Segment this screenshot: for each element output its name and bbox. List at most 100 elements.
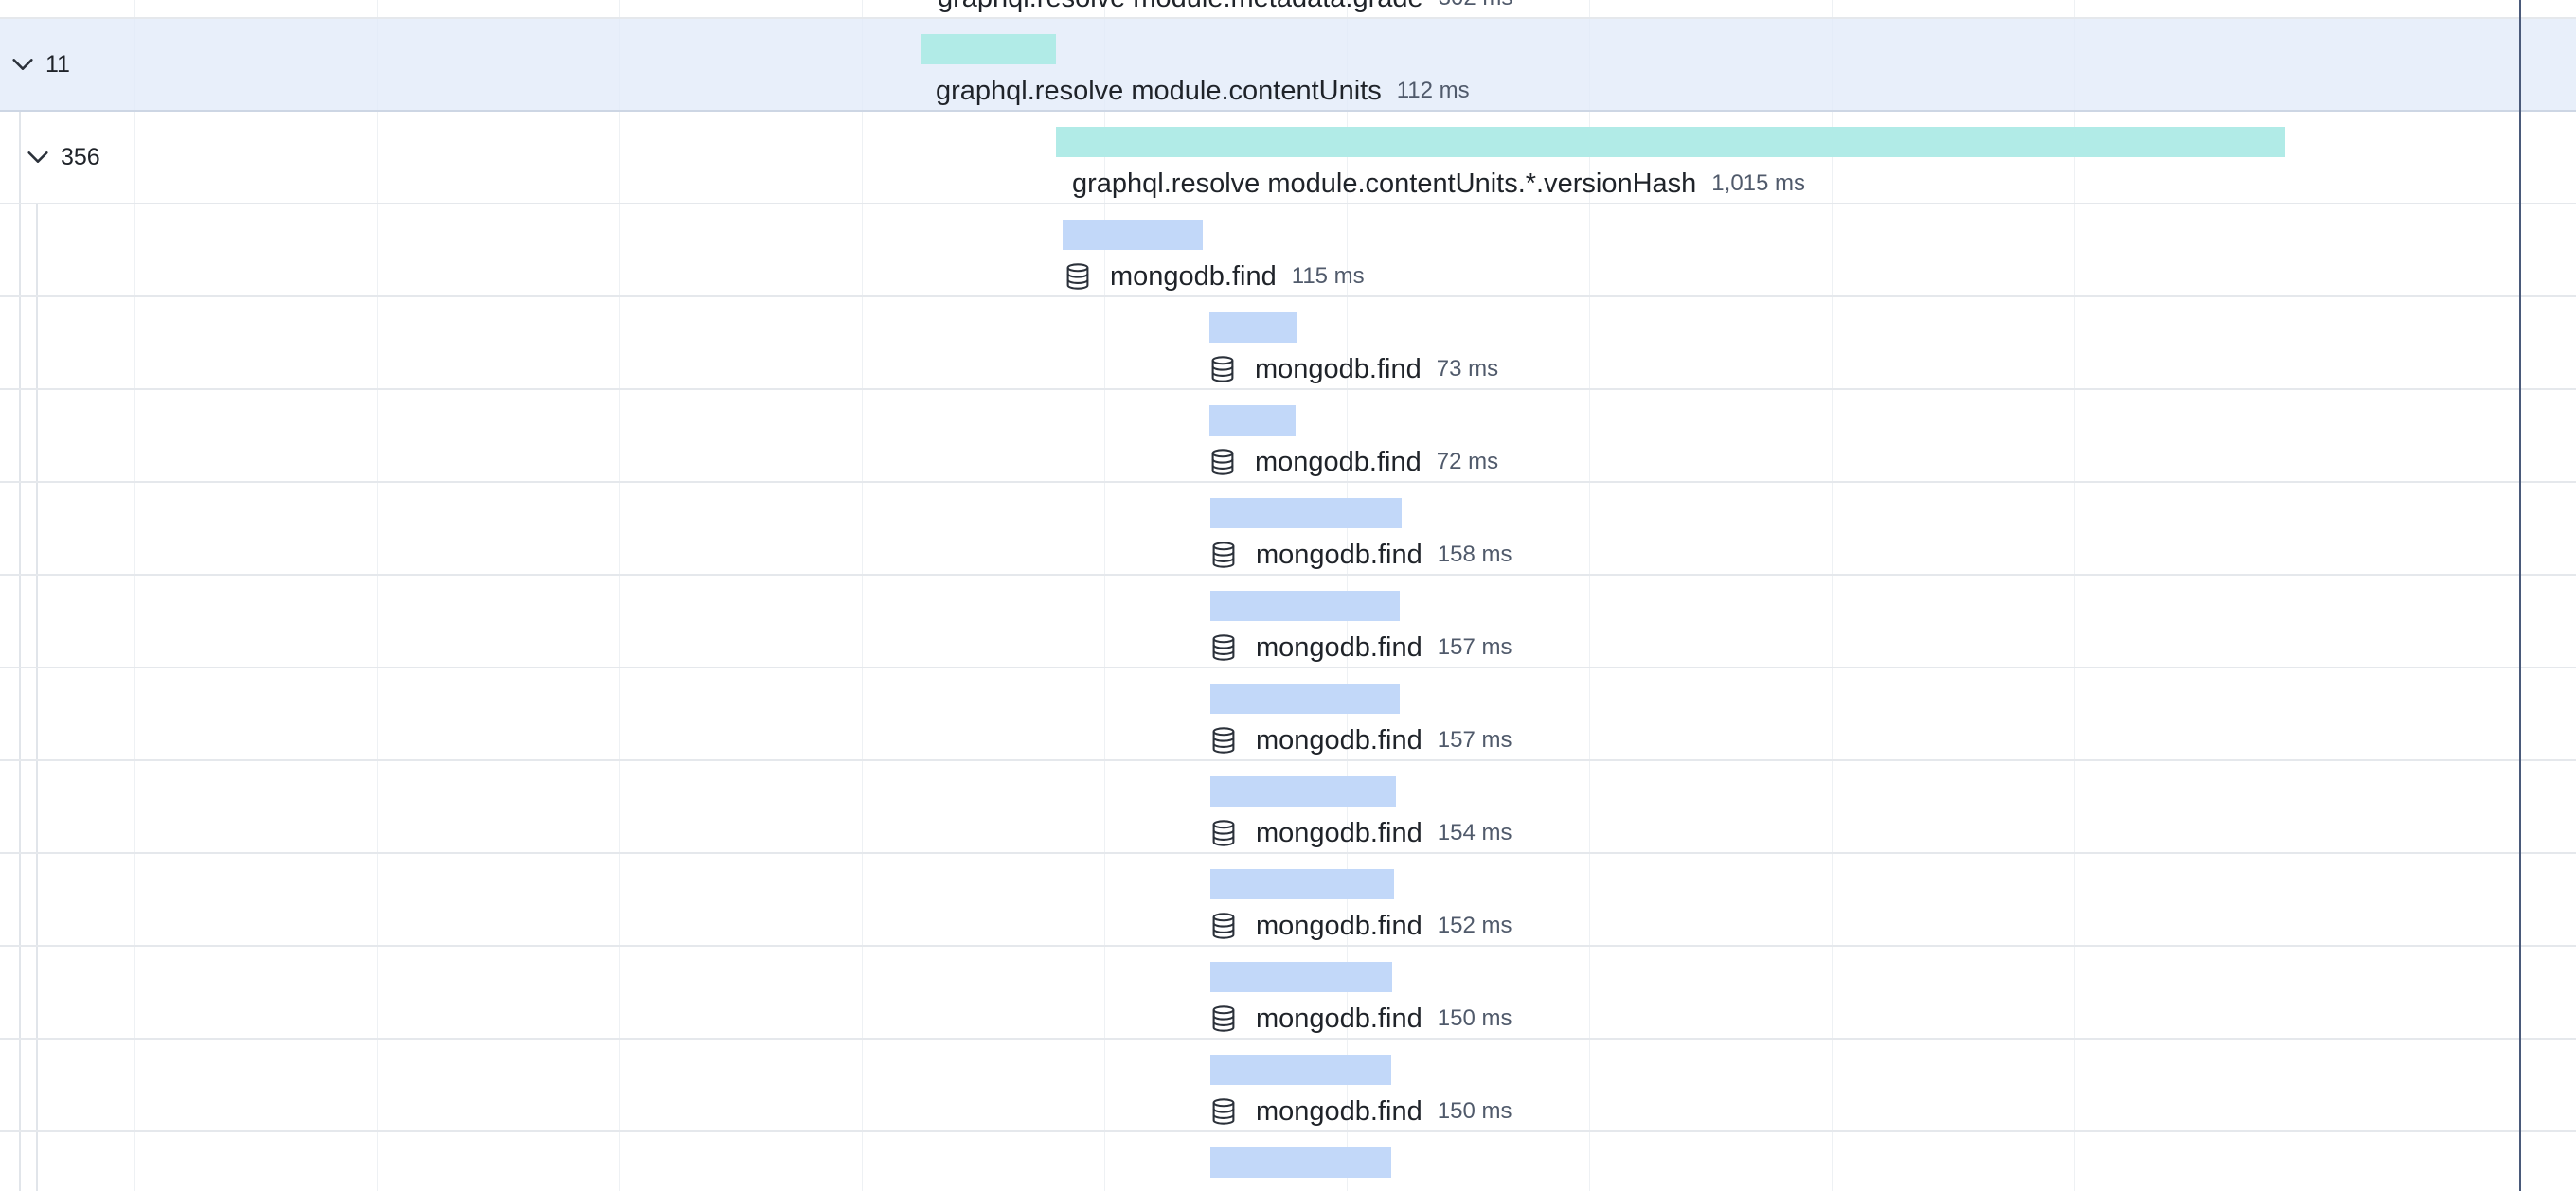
tree-guide-line: [19, 1040, 21, 1130]
span-duration-bar[interactable]: [1210, 498, 1402, 528]
span-duration-bar[interactable]: [1210, 869, 1394, 899]
span-duration-bar[interactable]: [1210, 591, 1400, 621]
span-name: mongodb.find: [1255, 353, 1422, 384]
span-name: graphql.resolve module.metadata.grade: [938, 0, 1423, 14]
chevron-down-icon: [9, 51, 36, 78]
tree-guide-line: [19, 390, 21, 481]
database-icon: [1210, 1097, 1256, 1126]
tree-guide-line: [36, 390, 38, 481]
span-label[interactable]: graphql.resolve module.metadata.grade 30…: [938, 0, 1512, 17]
span-name: mongodb.find: [1256, 1003, 1422, 1034]
span-duration-bar[interactable]: [1210, 776, 1396, 807]
span-duration: 150 ms: [1437, 1098, 1512, 1124]
span-duration: 302 ms: [1439, 0, 1513, 11]
database-icon: [1209, 355, 1255, 383]
span-duration: 152 ms: [1437, 913, 1512, 938]
span-duration-bar[interactable]: [1210, 1147, 1391, 1178]
span-name: mongodb.find: [1256, 631, 1422, 663]
span-duration: 154 ms: [1437, 820, 1512, 845]
database-icon: [1210, 633, 1256, 662]
span-row-partial[interactable]: graphql.resolve module.metadata.grade 30…: [0, 0, 2576, 19]
span-row-graphql-resolve-contentunits[interactable]: 11 graphql.resolve module.contentUnits 112…: [0, 19, 2576, 112]
span-name: graphql.resolve module.contentUnits.*.ve…: [1072, 168, 1697, 199]
span-duration: 157 ms: [1437, 634, 1512, 660]
span-row-mongodb-find-11[interactable]: mongodb.find: [0, 1132, 2576, 1191]
span-duration: 1,015 ms: [1711, 170, 1806, 196]
span-row-mongodb-find-2[interactable]: mongodb.find 73 ms: [0, 297, 2576, 390]
span-duration-bar[interactable]: [921, 34, 1056, 64]
span-label[interactable]: mongodb.find 150 ms: [1210, 1000, 1512, 1038]
database-icon: [1064, 262, 1110, 291]
database-icon: [1210, 912, 1256, 940]
span-name: mongodb.find: [1255, 446, 1422, 477]
span-duration: 150 ms: [1437, 1005, 1512, 1031]
span-duration: 158 ms: [1437, 542, 1512, 567]
span-name: mongodb.find: [1256, 910, 1422, 941]
span-label[interactable]: mongodb.find: [1210, 1185, 1422, 1191]
tree-guide-line: [19, 854, 21, 945]
span-duration-bar[interactable]: [1210, 962, 1392, 992]
database-icon: [1210, 541, 1256, 569]
tree-guide-line: [19, 483, 21, 574]
span-label[interactable]: mongodb.find 158 ms: [1210, 536, 1512, 574]
span-duration-bar[interactable]: [1209, 405, 1296, 436]
span-row-mongodb-find-10[interactable]: mongodb.find 150 ms: [0, 1040, 2576, 1132]
span-label[interactable]: graphql.resolve module.contentUnits.*.ve…: [1072, 165, 1805, 203]
span-row-mongodb-find-9[interactable]: mongodb.find 150 ms: [0, 947, 2576, 1040]
span-duration-bar[interactable]: [1209, 312, 1297, 343]
span-label[interactable]: graphql.resolve module.contentUnits 112 m…: [936, 72, 1470, 110]
span-duration: 115 ms: [1291, 263, 1365, 289]
database-icon: [1210, 726, 1256, 755]
tree-guide-line: [36, 947, 38, 1038]
database-icon: [1210, 819, 1256, 847]
span-label[interactable]: mongodb.find 73 ms: [1209, 350, 1498, 388]
span-duration: 112 ms: [1396, 78, 1470, 103]
span-duration: 73 ms: [1436, 356, 1499, 382]
span-row-mongodb-find-8[interactable]: mongodb.find 152 ms: [0, 854, 2576, 947]
span-label[interactable]: mongodb.find 157 ms: [1210, 629, 1512, 667]
tree-guide-line: [19, 1132, 21, 1191]
collapse-toggle[interactable]: 11: [9, 19, 70, 110]
span-label[interactable]: mongodb.find 154 ms: [1210, 814, 1512, 852]
span-name: mongodb.find: [1256, 817, 1422, 848]
child-count: 356: [61, 143, 100, 170]
span-row-mongodb-find-6[interactable]: mongodb.find 157 ms: [0, 668, 2576, 761]
tree-guide-line: [19, 204, 21, 295]
tree-guide-line: [36, 483, 38, 574]
tree-guide-line: [36, 761, 38, 852]
span-row-mongodb-find-3[interactable]: mongodb.find 72 ms: [0, 390, 2576, 483]
collapse-toggle[interactable]: 356: [25, 112, 100, 203]
span-label[interactable]: mongodb.find 72 ms: [1209, 443, 1498, 481]
tree-guide-line: [36, 1040, 38, 1130]
span-row-mongodb-find-1[interactable]: mongodb.find 115 ms: [0, 204, 2576, 297]
tree-guide-line: [36, 576, 38, 667]
time-cursor-line: [2519, 0, 2521, 1191]
span-row-graphql-resolve-versionhash[interactable]: 356 graphql.resolve module.contentUnits.*…: [0, 112, 2576, 204]
span-duration-bar[interactable]: [1210, 1055, 1391, 1085]
tree-guide-line: [19, 761, 21, 852]
span-label[interactable]: mongodb.find 150 ms: [1210, 1093, 1512, 1130]
database-icon: [1209, 448, 1255, 476]
span-duration-bar[interactable]: [1210, 684, 1400, 714]
span-name: mongodb.find: [1110, 260, 1277, 292]
span-row-mongodb-find-4[interactable]: mongodb.find 158 ms: [0, 483, 2576, 576]
tree-guide-line: [19, 576, 21, 667]
chevron-down-icon: [25, 144, 51, 170]
tree-guide-line: [19, 297, 21, 388]
tree-guide-line: [36, 668, 38, 759]
tree-guide-line: [36, 1132, 38, 1191]
span-duration-bar[interactable]: [1056, 127, 2285, 157]
span-duration: 72 ms: [1436, 449, 1499, 474]
tree-guide-line: [36, 854, 38, 945]
span-label[interactable]: mongodb.find 152 ms: [1210, 907, 1512, 945]
span-label[interactable]: mongodb.find 157 ms: [1210, 721, 1512, 759]
span-row-mongodb-find-5[interactable]: mongodb.find 157 ms: [0, 576, 2576, 668]
span-row-mongodb-find-7[interactable]: mongodb.find 154 ms: [0, 761, 2576, 854]
span-duration-bar[interactable]: [1063, 220, 1203, 250]
span-label[interactable]: mongodb.find 115 ms: [1064, 258, 1365, 295]
child-count: 11: [45, 50, 70, 78]
span-duration: 157 ms: [1437, 727, 1512, 753]
trace-waterfall: graphql.resolve module.metadata.grade 30…: [0, 0, 2576, 1191]
tree-guide-line: [19, 668, 21, 759]
span-name: mongodb.find: [1256, 539, 1422, 570]
